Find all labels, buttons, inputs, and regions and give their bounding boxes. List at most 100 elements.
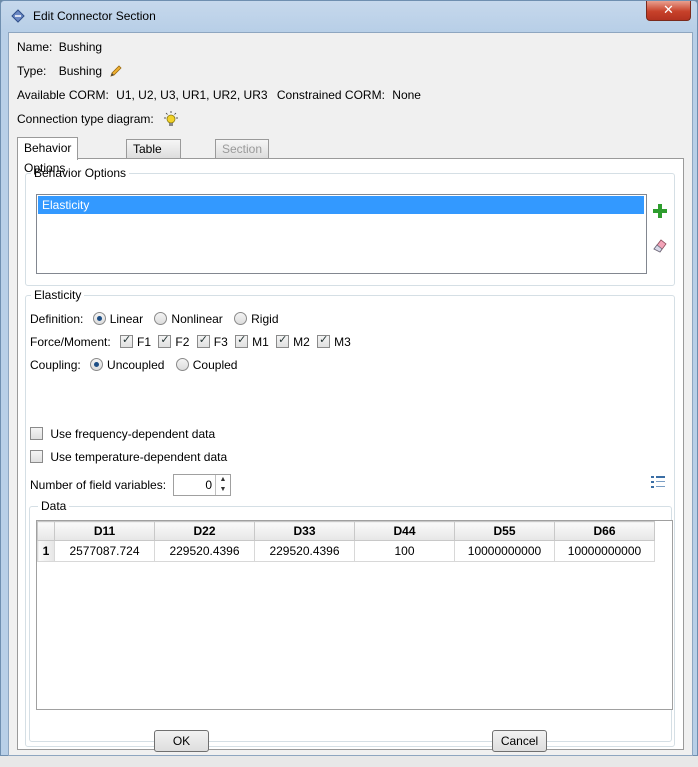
checkbox-indicator[interactable] <box>276 333 290 348</box>
coupling-uncoupled-label: Uncoupled <box>107 358 165 372</box>
f3-label: F3 <box>213 335 228 349</box>
definition-row: Definition: Linear Nonlinear Rigid <box>30 312 287 326</box>
lightbulb-icon[interactable] <box>163 111 179 127</box>
list-item-elasticity[interactable]: Elasticity <box>38 196 644 214</box>
corner-cell <box>37 521 55 541</box>
m2-label: M2 <box>293 335 310 349</box>
m3-label: M3 <box>334 335 351 349</box>
name-value: Bushing <box>58 40 103 54</box>
coupling-label: Coupling: <box>30 358 81 372</box>
available-corm-label: Available CORM: <box>17 88 109 102</box>
checkbox-indicator[interactable] <box>158 333 172 348</box>
f2-label: F2 <box>175 335 190 349</box>
coupling-uncoupled-radio[interactable]: Uncoupled <box>90 358 164 372</box>
available-corm-value: U1, U2, U3, UR1, UR2, UR3 <box>116 88 268 102</box>
spin-up-icon[interactable]: ▲ <box>216 475 230 485</box>
f1-checkbox[interactable]: F1 <box>120 333 151 349</box>
field-vars-label: Number of field variables: <box>30 478 167 492</box>
type-label: Type: <box>17 64 47 78</box>
definition-nonlinear-radio[interactable]: Nonlinear <box>154 312 223 326</box>
spin-down-icon[interactable]: ▼ <box>216 485 230 495</box>
radio-indicator[interactable] <box>92 312 106 325</box>
table-cell[interactable]: 2577087.724 <box>54 540 155 562</box>
row-number[interactable]: 1 <box>37 540 55 562</box>
coupling-coupled-radio[interactable]: Coupled <box>175 358 238 372</box>
coupling-coupled-label: Coupled <box>192 358 238 372</box>
diagram-label: Connection type diagram: <box>17 112 154 126</box>
data-group: Data D11 D22 D33 D44 D55 D66 1 2577087.7… <box>29 499 673 742</box>
radio-indicator[interactable] <box>90 358 104 371</box>
column-header-d44[interactable]: D44 <box>354 521 455 541</box>
tab-table-options[interactable]: Table Options <box>126 139 182 175</box>
constrained-corm-label: Constrained CORM: <box>276 88 385 102</box>
f2-checkbox[interactable]: F2 <box>158 333 190 349</box>
table-cell[interactable]: 10000000000 <box>454 540 555 562</box>
name-row: Name: Bushing <box>17 40 102 54</box>
column-header-d66[interactable]: D66 <box>554 521 655 541</box>
table-options-icon[interactable] <box>650 474 666 490</box>
corm-row: Available CORM: U1, U2, U3, UR1, UR2, UR… <box>17 88 421 102</box>
behavior-options-group: Behavior Options Elasticity <box>25 166 675 286</box>
behavior-options-list[interactable]: Elasticity <box>36 194 647 274</box>
column-header-d22[interactable]: D22 <box>154 521 255 541</box>
close-button[interactable]: ✕ <box>646 1 691 21</box>
ok-button[interactable]: OK <box>154 730 209 752</box>
dialog-body: Name: Bushing Type: Bushing Available CO… <box>8 32 693 756</box>
field-vars-row: Number of field variables: <box>30 478 166 492</box>
f3-checkbox[interactable]: F3 <box>196 333 228 349</box>
temp-dependent-row[interactable]: Use temperature-dependent data <box>30 450 227 464</box>
definition-rigid-radio[interactable]: Rigid <box>234 312 279 326</box>
radio-indicator[interactable] <box>154 312 168 325</box>
definition-linear-radio[interactable]: Linear <box>92 312 144 326</box>
checkbox-indicator[interactable] <box>120 333 134 348</box>
table-cell[interactable]: 10000000000 <box>554 540 655 562</box>
radio-indicator[interactable] <box>175 358 189 371</box>
radio-indicator[interactable] <box>234 312 248 325</box>
column-header-d33[interactable]: D33 <box>254 521 355 541</box>
table-cell[interactable]: 229520.4396 <box>254 540 355 562</box>
data-legend: Data <box>38 499 70 513</box>
column-header-d11[interactable]: D11 <box>54 521 155 541</box>
add-icon[interactable] <box>651 202 669 220</box>
checkbox-indicator[interactable] <box>235 333 249 348</box>
type-value: Bushing <box>58 64 103 78</box>
m1-label: M1 <box>252 335 269 349</box>
edit-connector-section-dialog: Edit Connector Section ✕ Name: Bushing T… <box>0 0 698 756</box>
force-moment-label: Force/Moment: <box>30 335 111 349</box>
cancel-button[interactable]: Cancel <box>492 730 547 752</box>
eraser-icon[interactable] <box>651 236 669 254</box>
behavior-options-panel: Behavior Options Elasticity Elasticity D… <box>17 158 684 750</box>
diagram-row: Connection type diagram: <box>17 111 179 127</box>
table-row: 1 2577087.724 229520.4396 229520.4396 10… <box>37 540 655 562</box>
checkbox-indicator[interactable] <box>196 333 210 348</box>
tab-section-data: Section Data <box>215 139 270 175</box>
definition-rigid-label: Rigid <box>251 312 279 326</box>
tab-behavior-options[interactable]: Behavior Options <box>17 137 79 175</box>
temp-dependent-checkbox[interactable] <box>30 450 43 463</box>
field-vars-value[interactable]: 0 <box>205 478 212 492</box>
checkbox-indicator[interactable] <box>317 333 331 348</box>
m2-checkbox[interactable]: M2 <box>276 333 310 349</box>
data-grid: D11 D22 D33 D44 D55 D66 1 2577087.724 22… <box>37 521 655 562</box>
table-cell[interactable]: 229520.4396 <box>154 540 255 562</box>
m1-checkbox[interactable]: M1 <box>235 333 269 349</box>
table-cell[interactable]: 100 <box>354 540 455 562</box>
constrained-corm-value: None <box>392 88 421 102</box>
freq-dependent-label: Use frequency-dependent data <box>50 427 216 441</box>
pencil-icon[interactable] <box>109 64 123 78</box>
definition-linear-label: Linear <box>109 312 144 326</box>
m3-checkbox[interactable]: M3 <box>317 333 351 349</box>
definition-label: Definition: <box>30 312 84 326</box>
column-header-d55[interactable]: D55 <box>454 521 555 541</box>
header-row: D11 D22 D33 D44 D55 D66 <box>37 521 655 541</box>
data-table[interactable]: D11 D22 D33 D44 D55 D66 1 2577087.724 22… <box>36 520 673 710</box>
force-moment-row: Force/Moment: F1 F2 F3 M1 M2 M3 <box>30 333 359 349</box>
freq-dependent-checkbox[interactable] <box>30 427 43 440</box>
elasticity-legend: Elasticity <box>31 288 85 302</box>
field-vars-spinner[interactable]: 0 ▲ ▼ <box>173 474 231 496</box>
title-bar[interactable]: Edit Connector Section ✕ <box>1 1 697 31</box>
name-label: Name: <box>17 40 53 54</box>
spinner-arrows[interactable]: ▲ ▼ <box>215 475 230 495</box>
type-row: Type: Bushing <box>17 64 123 78</box>
freq-dependent-row[interactable]: Use frequency-dependent data <box>30 427 215 441</box>
